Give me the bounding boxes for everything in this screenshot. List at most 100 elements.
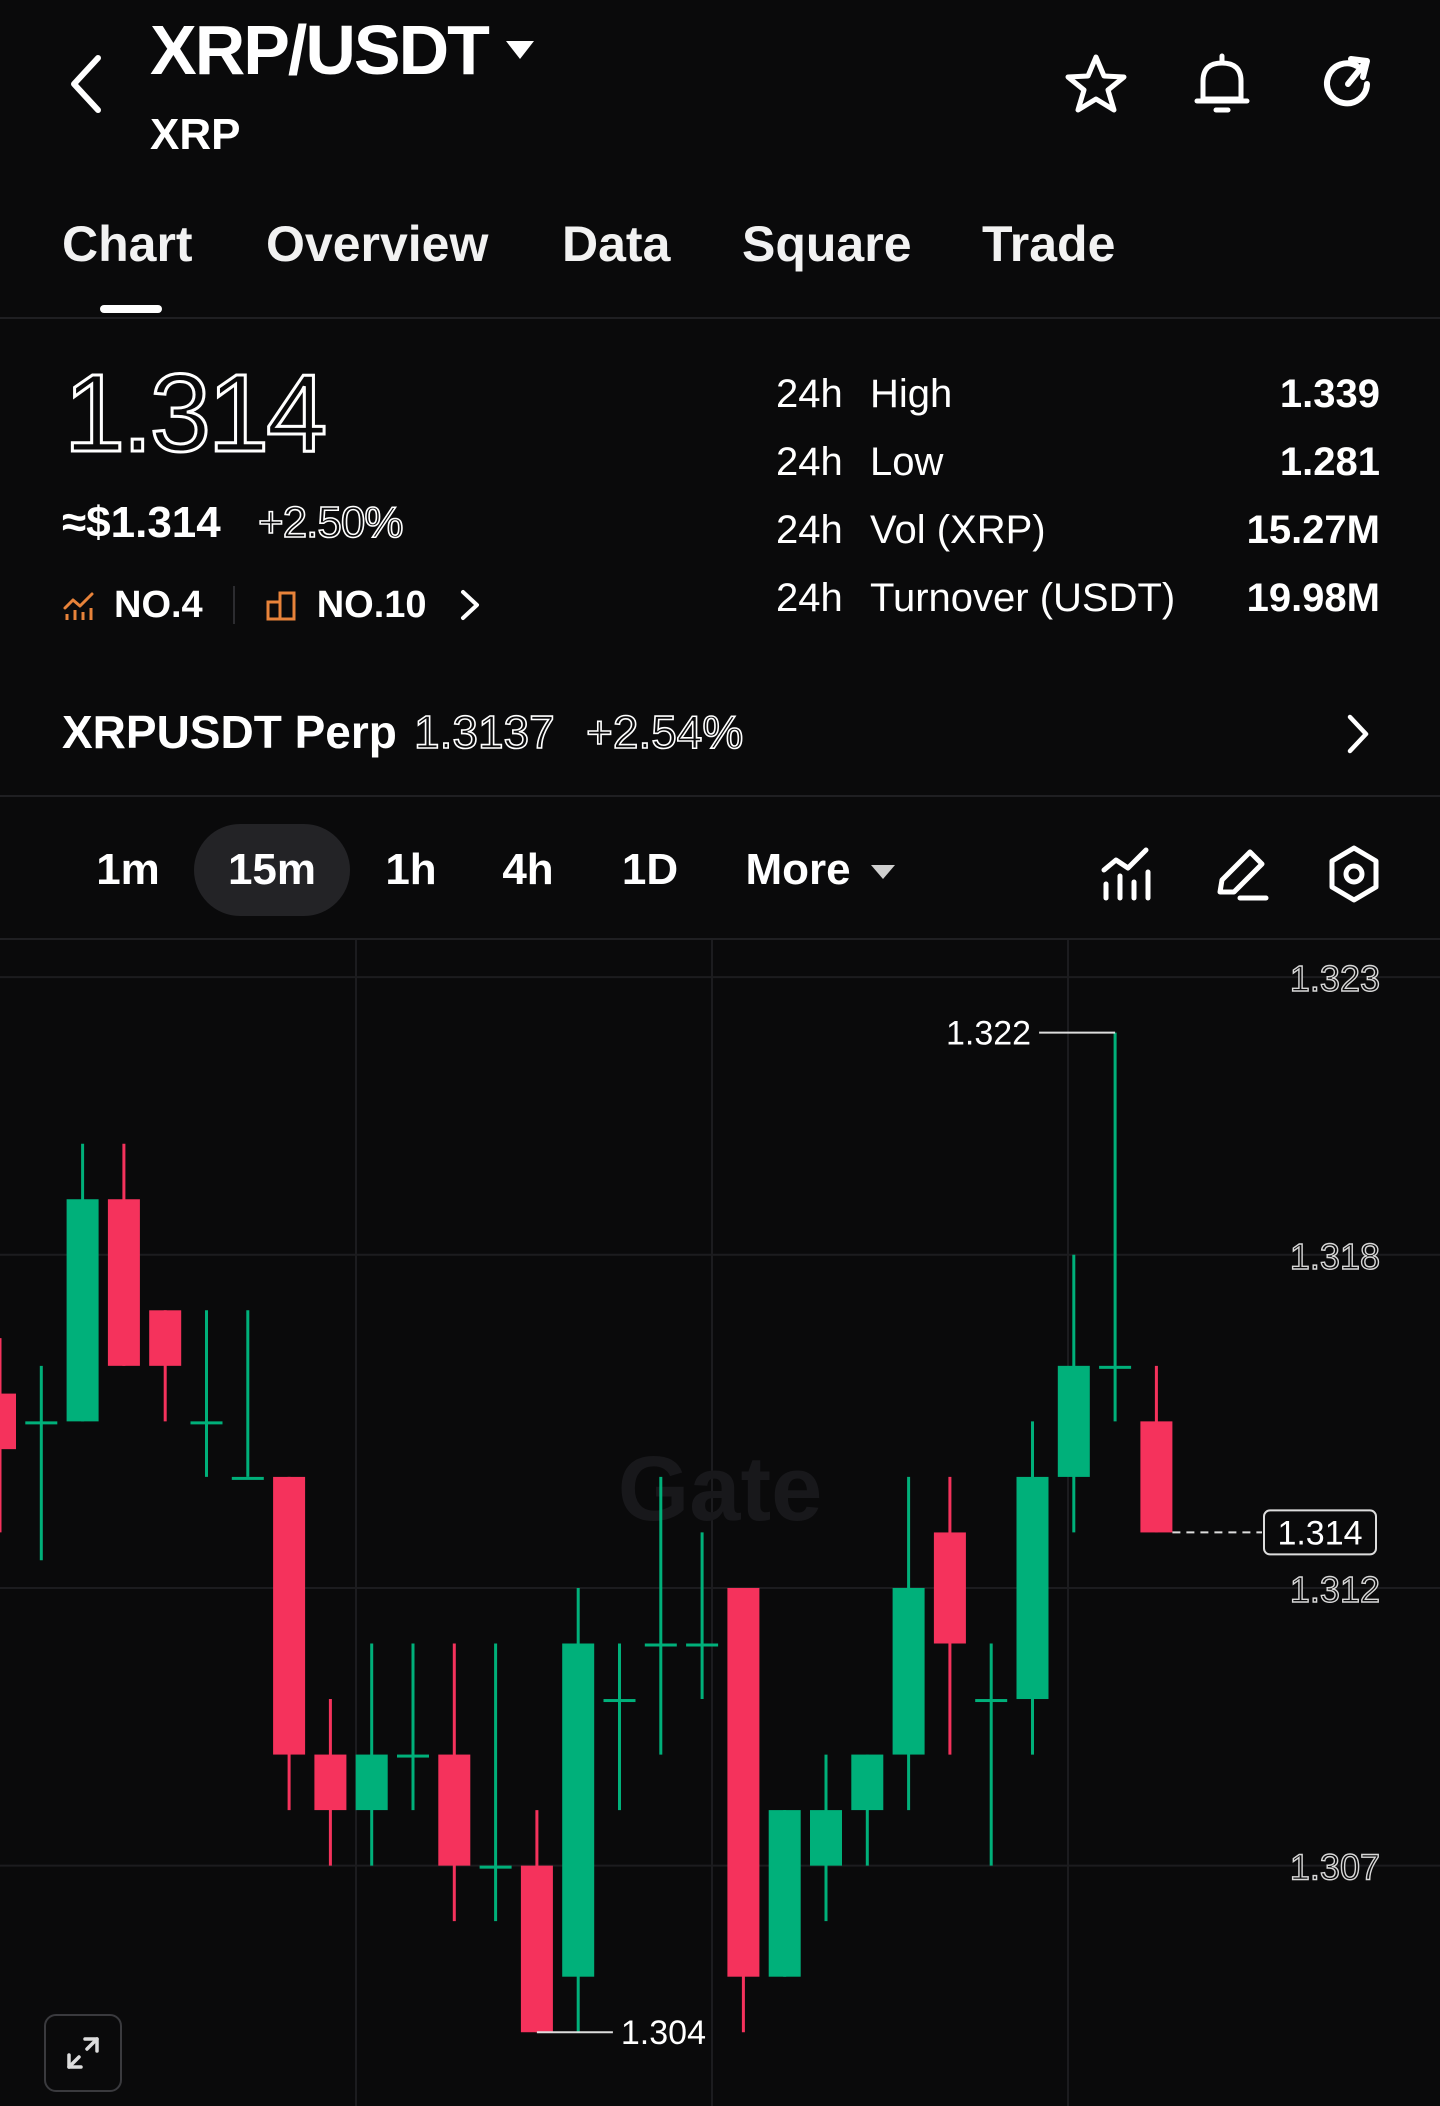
sector-rank-icon xyxy=(266,591,296,621)
candle-down xyxy=(314,1754,347,1811)
stat-value: 19.98M xyxy=(1246,576,1380,620)
interval-1h[interactable]: 1h xyxy=(358,824,464,916)
last-price-label: 1.314 xyxy=(1277,1514,1362,1552)
chevron-right-icon xyxy=(460,590,479,620)
interval-15m[interactable]: 15m xyxy=(194,824,350,916)
candlestick-chart[interactable]: Gate 1.323 1.318 1.312 1.307 1.322 1.304 1.314 xyxy=(0,940,1440,2106)
header: XRP/USDT XRP xyxy=(0,0,1440,190)
settings-hex-icon[interactable] xyxy=(1322,842,1386,906)
tab-trade[interactable]: Trade xyxy=(982,215,1115,273)
candle-up xyxy=(66,1199,99,1422)
stat-period: 24h xyxy=(776,508,843,552)
stat-row-high: 24h High 1.339 xyxy=(776,362,1380,430)
tab-chart[interactable]: Chart xyxy=(62,215,193,273)
alert-button[interactable] xyxy=(1186,48,1258,120)
candle-up xyxy=(231,1476,264,1480)
fullscreen-button[interactable] xyxy=(44,2014,122,2092)
candle-down xyxy=(1140,1421,1173,1533)
interval-4h[interactable]: 4h xyxy=(474,824,582,916)
stat-value: 1.339 xyxy=(1279,372,1380,416)
stat-value: 1.281 xyxy=(1279,440,1380,484)
candle-up xyxy=(1057,1365,1090,1477)
refresh-button[interactable] xyxy=(1312,48,1384,120)
price-change: +2.50% xyxy=(257,497,404,548)
candle-down xyxy=(0,1393,16,1450)
tab-square[interactable]: Square xyxy=(742,215,912,273)
candle-up xyxy=(686,1643,719,1647)
bell-icon xyxy=(1194,53,1250,113)
candle-up xyxy=(479,1865,512,1869)
candle-down xyxy=(107,1199,140,1366)
interval-more-label: More xyxy=(745,845,851,894)
stat-label: Vol (XRP) xyxy=(870,508,1046,552)
main-tabs: Chart Overview Data Square Trade xyxy=(0,205,1440,319)
expand-icon xyxy=(67,2037,99,2069)
candle-down xyxy=(273,1476,306,1755)
rank-secondary: NO.10 xyxy=(316,583,427,626)
candle-down xyxy=(727,1587,760,1977)
star-icon xyxy=(1065,54,1127,113)
interval-more[interactable]: More xyxy=(730,824,910,916)
candle-up xyxy=(190,1421,223,1425)
candle-up xyxy=(1016,1476,1049,1700)
stat-period: 24h xyxy=(776,576,843,620)
candle-up xyxy=(1099,1365,1132,1369)
high-marker-label: 1.322 xyxy=(946,1015,1031,1053)
pair-selector[interactable]: XRP/USDT xyxy=(150,10,534,90)
candle-up xyxy=(768,1810,801,1977)
stats-panel: 24h High 1.339 24h Low 1.281 24h Vol (XR… xyxy=(776,362,1380,634)
perp-change: +2.54% xyxy=(585,705,744,759)
tab-overview[interactable]: Overview xyxy=(266,215,488,273)
rank-divider xyxy=(232,586,235,624)
active-tab-indicator xyxy=(100,305,162,313)
page: XRP/USDT XRP Chart Overview Data Square … xyxy=(0,0,1440,2106)
candle-up xyxy=(810,1810,842,1866)
rank-row[interactable]: NO.4 NO.10 xyxy=(62,580,485,630)
refresh-icon xyxy=(1324,56,1370,107)
rank-primary: NO.4 xyxy=(114,583,203,626)
candle-down xyxy=(149,1310,182,1366)
y-axis-tick-label: 1.318 xyxy=(1290,1236,1380,1277)
base-asset: XRP xyxy=(150,110,241,159)
low-marker-label: 1.304 xyxy=(621,2014,706,2052)
y-axis-tick-label: 1.307 xyxy=(1290,1847,1380,1888)
interval-bar: 1m 15m 1h 4h 1D More xyxy=(0,812,1440,940)
trend-rank-icon xyxy=(63,592,94,620)
candle-up xyxy=(562,1643,595,1977)
back-arrow-icon xyxy=(71,55,101,113)
last-price: 1.314 xyxy=(62,351,328,477)
favorite-button[interactable] xyxy=(1060,48,1132,120)
candle-up xyxy=(25,1421,58,1425)
y-axis-tick-label: 1.323 xyxy=(1290,958,1380,999)
stat-period: 24h xyxy=(776,440,843,484)
candle-up xyxy=(892,1587,925,1755)
chart-svg: Gate 1.323 1.318 1.312 1.307 1.322 1.304 1.314 xyxy=(0,940,1440,2106)
candle-up xyxy=(355,1754,388,1811)
candle-up xyxy=(644,1643,677,1647)
stat-period: 24h xyxy=(776,372,843,416)
perp-name: XRPUSDT Perp xyxy=(62,706,397,758)
draw-pen-icon[interactable] xyxy=(1210,842,1274,906)
candle-down xyxy=(438,1754,471,1866)
stat-label: Turnover (USDT) xyxy=(870,576,1176,620)
stat-label: Low xyxy=(870,440,944,484)
gate-watermark: Gate xyxy=(618,1438,823,1540)
caret-down-icon xyxy=(870,865,895,880)
tab-data[interactable]: Data xyxy=(562,215,670,273)
perp-link-row[interactable]: XRPUSDT Perp 1.3137 +2.54% xyxy=(0,665,1440,797)
stat-label: High xyxy=(870,372,953,416)
stat-value: 15.27M xyxy=(1246,508,1380,552)
interval-1m[interactable]: 1m xyxy=(70,824,186,916)
back-button[interactable] xyxy=(56,44,116,124)
stat-row-volume: 24h Vol (XRP) 15.27M xyxy=(776,498,1380,566)
caret-down-icon xyxy=(505,41,534,59)
pair-title: XRP/USDT xyxy=(150,11,490,89)
interval-1d[interactable]: 1D xyxy=(594,824,706,916)
candle-up xyxy=(851,1754,884,1811)
y-axis-tick-label: 1.312 xyxy=(1290,1569,1380,1610)
indicators-icon[interactable] xyxy=(1096,842,1160,906)
candle-down xyxy=(933,1532,966,1644)
candle-up xyxy=(397,1754,429,1758)
stat-row-turnover: 24h Turnover (USDT) 19.98M xyxy=(776,566,1380,634)
usd-price: ≈$1.314 xyxy=(62,498,221,547)
